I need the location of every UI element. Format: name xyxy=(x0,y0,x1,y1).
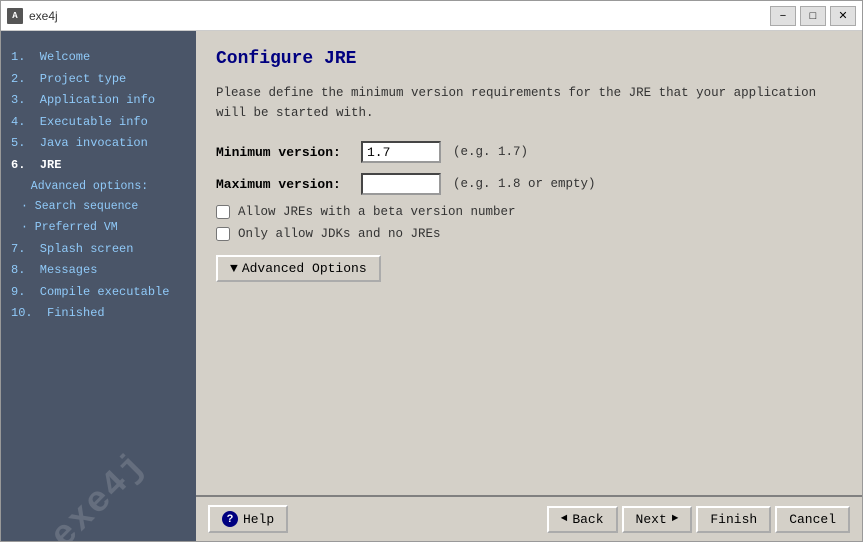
close-button[interactable]: ✕ xyxy=(830,6,856,26)
sidebar-item-welcome[interactable]: 1. Welcome xyxy=(11,47,186,69)
max-version-row: Maximum version: (e.g. 1.8 or empty) xyxy=(216,173,842,195)
back-button[interactable]: ◄ Back xyxy=(547,506,618,533)
window-controls: − □ ✕ xyxy=(770,6,856,26)
sidebar-item-finished[interactable]: 10. Finished xyxy=(11,303,186,325)
title-bar: A exe4j − □ ✕ xyxy=(1,1,862,31)
advanced-options-label: Advanced Options xyxy=(242,261,367,276)
beta-label: Allow JREs with a beta version number xyxy=(238,205,516,219)
chevron-down-icon: ▼ xyxy=(230,261,238,276)
sidebar-item-preferred-vm[interactable]: · Preferred VM xyxy=(11,218,186,239)
footer-right: ◄ Back Next ► Finish Cancel xyxy=(547,506,850,533)
sidebar-adv-header: Advanced options: xyxy=(11,177,186,198)
sidebar-item-search-seq[interactable]: · Search sequence xyxy=(11,197,186,218)
sidebar-item-splash[interactable]: 7. Splash screen xyxy=(11,239,186,261)
sidebar-item-exe-info[interactable]: 4. Executable info xyxy=(11,112,186,134)
finish-label: Finish xyxy=(710,512,757,527)
next-button[interactable]: Next ► xyxy=(622,506,693,533)
sidebar-watermark: exe4j xyxy=(42,444,154,541)
sidebar-item-app-info[interactable]: 3. Application info xyxy=(11,90,186,112)
help-label: Help xyxy=(243,512,274,527)
jdk-only-checkbox[interactable] xyxy=(216,227,230,241)
next-label: Next xyxy=(636,512,667,527)
min-version-label: Minimum version: xyxy=(216,145,361,160)
minimize-button[interactable]: − xyxy=(770,6,796,26)
sidebar-item-java-invoke[interactable]: 5. Java invocation xyxy=(11,133,186,155)
min-version-hint: (e.g. 1.7) xyxy=(453,145,528,159)
footer-left: ? Help xyxy=(208,505,288,533)
cancel-label: Cancel xyxy=(789,512,836,527)
content-panel: Configure JRE Please define the minimum … xyxy=(196,31,862,541)
desc-line1: Please define the minimum version requir… xyxy=(216,86,816,100)
main-area: 1. Welcome 2. Project type 3. Applicatio… xyxy=(1,31,862,541)
app-window: A exe4j − □ ✕ 1. Welcome 2. Project type… xyxy=(0,0,863,542)
cancel-button[interactable]: Cancel xyxy=(775,506,850,533)
jdk-only-checkbox-row: Only allow JDKs and no JREs xyxy=(216,227,842,241)
title-bar-left: A exe4j xyxy=(7,8,58,24)
help-button[interactable]: ? Help xyxy=(208,505,288,533)
max-version-hint: (e.g. 1.8 or empty) xyxy=(453,177,596,191)
back-label: Back xyxy=(572,512,603,527)
sidebar-item-messages[interactable]: 8. Messages xyxy=(11,260,186,282)
content-body: Configure JRE Please define the minimum … xyxy=(196,31,862,495)
sidebar-item-jre[interactable]: 6. JRE xyxy=(11,155,186,177)
page-description: Please define the minimum version requir… xyxy=(216,83,842,123)
desc-line2: will be started with. xyxy=(216,106,374,120)
page-title: Configure JRE xyxy=(216,49,842,69)
min-version-row: Minimum version: (e.g. 1.7) xyxy=(216,141,842,163)
window-title: exe4j xyxy=(29,9,58,23)
sidebar: 1. Welcome 2. Project type 3. Applicatio… xyxy=(1,31,196,541)
app-icon: A xyxy=(7,8,23,24)
max-version-label: Maximum version: xyxy=(216,177,361,192)
beta-checkbox[interactable] xyxy=(216,205,230,219)
sidebar-item-compile[interactable]: 9. Compile executable xyxy=(11,282,186,304)
sidebar-nav: 1. Welcome 2. Project type 3. Applicatio… xyxy=(1,41,196,331)
finish-button[interactable]: Finish xyxy=(696,506,771,533)
max-version-input[interactable] xyxy=(361,173,441,195)
jdk-only-label: Only allow JDKs and no JREs xyxy=(238,227,441,241)
min-version-input[interactable] xyxy=(361,141,441,163)
back-icon: ◄ xyxy=(561,513,568,525)
advanced-options-button[interactable]: ▼ Advanced Options xyxy=(216,255,381,282)
next-icon: ► xyxy=(672,513,679,525)
beta-checkbox-row: Allow JREs with a beta version number xyxy=(216,205,842,219)
help-icon: ? xyxy=(222,511,238,527)
maximize-button[interactable]: □ xyxy=(800,6,826,26)
footer-bar: ? Help ◄ Back Next ► Finish xyxy=(196,495,862,541)
sidebar-item-project-type[interactable]: 2. Project type xyxy=(11,69,186,91)
